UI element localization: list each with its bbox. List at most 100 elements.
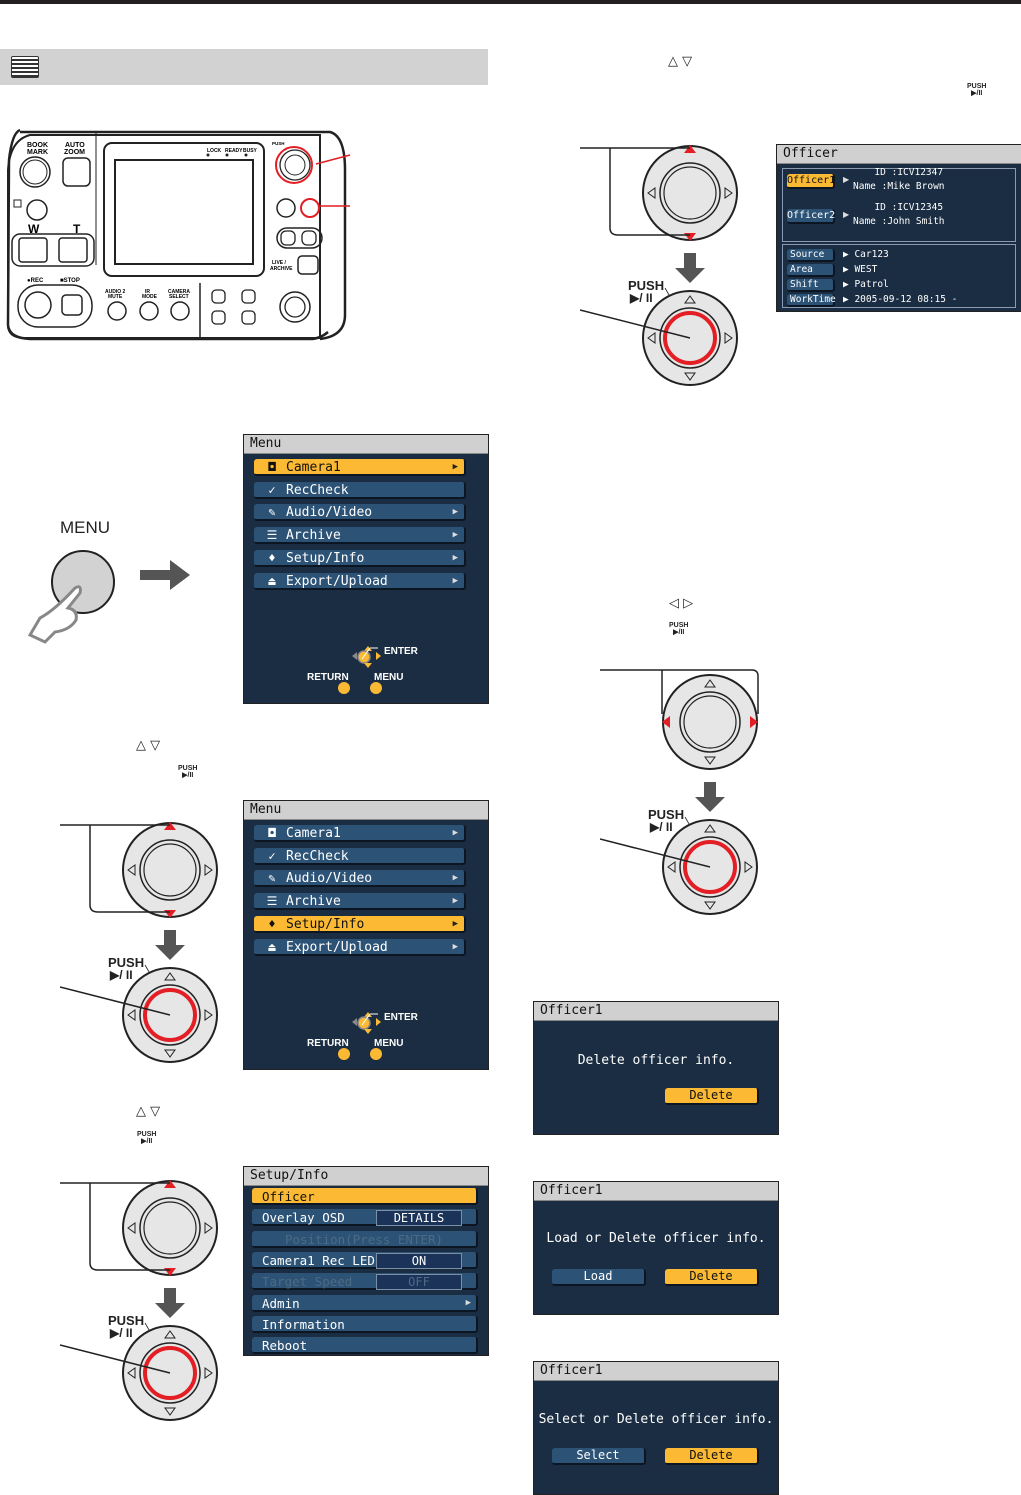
dialog-select-delete: Officer1 Select or Delete officer info. … — [533, 1361, 779, 1495]
menu-item-setup-info[interactable]: ♦ Setup/Info ▶ — [254, 549, 466, 567]
joystick-center — [683, 695, 737, 749]
setup-item-camera1-rec-led[interactable]: Camera1 Rec LED ON — [252, 1251, 478, 1269]
delete-button[interactable]: Delete — [665, 1088, 759, 1105]
menu-screen-2: Menu ◘ Camera1 ▶ ✓ RecCheck ✎ Audio/Video ▶ ☰ Arc… — [243, 800, 489, 1070]
svg-text:MUTE: MUTE — [108, 294, 123, 300]
upload-icon: ⏏ — [268, 573, 276, 588]
reccheck-icon: ✓ — [268, 482, 276, 497]
push-key-3: PUSH ▶/II — [967, 83, 987, 97]
menu-item-label: Audio/Video — [286, 505, 373, 521]
chevron-right-icon: ▶ — [843, 175, 850, 184]
svg-text:ARCHIVE: ARCHIVE — [270, 266, 293, 272]
chevron-right-icon: ▶ — [452, 552, 458, 563]
menu-screen-icon — [11, 56, 39, 78]
field-label-area[interactable]: Area — [787, 264, 835, 277]
field-label-shift[interactable]: Shift — [787, 279, 835, 292]
button-legend — [338, 646, 382, 694]
setup-item-admin[interactable]: Admin ▶ — [252, 1294, 478, 1312]
menu-item-reccheck[interactable]: ✓ RecCheck — [254, 481, 466, 499]
setup-item-value: DETAILS — [376, 1210, 462, 1227]
setup-item-label: Position(Press ENTER) — [284, 1231, 444, 1247]
menu-item-camera1[interactable]: ◘ Camera1 ▶ — [254, 459, 466, 476]
menu-item-audio-video[interactable]: ✎ Audio/Video ▶ — [254, 870, 466, 888]
field-label-worktime[interactable]: WorkTime — [787, 294, 836, 307]
menu-item-label: Setup/Info — [286, 916, 365, 932]
svg-text:MARK: MARK — [27, 149, 48, 156]
button-legend — [338, 1012, 382, 1060]
setup-item-information[interactable]: Information — [252, 1315, 478, 1333]
auto-zoom-label: AUTO — [65, 142, 85, 149]
load-button[interactable]: Load — [552, 1269, 646, 1286]
chevron-right-icon: ▶ — [452, 873, 458, 884]
chevron-right-icon: ▶ — [452, 828, 458, 838]
osd-title: Menu — [244, 801, 488, 820]
osd-title: Setup/Info — [244, 1167, 488, 1186]
updown-keys-2: △ ▽ — [136, 1104, 161, 1119]
menu-item-archive[interactable]: ☰ Archive ▶ — [254, 527, 466, 545]
play-pause-label: ▶/ II — [649, 820, 673, 834]
menu-item-camera1[interactable]: ◘ Camera1 ▶ — [254, 825, 466, 842]
dialog-title: Officer1 — [534, 1182, 778, 1201]
setup-item-officer[interactable]: Officer — [252, 1188, 478, 1205]
chevron-right-icon: ▶ — [843, 210, 850, 219]
setup-item-overlay-osd[interactable]: Overlay OSD DETAILS — [252, 1209, 478, 1227]
upload-icon: ⏏ — [268, 939, 276, 954]
setup-item-label: Reboot — [262, 1338, 308, 1354]
right-arrow-icon — [140, 560, 190, 590]
menu-item-label: Archive — [286, 894, 341, 910]
chevron-right-icon: ▶ — [452, 530, 458, 541]
setup-item-value: ON — [376, 1252, 462, 1269]
select-button[interactable]: Select — [552, 1448, 646, 1465]
setup-item-label: Information — [262, 1316, 345, 1332]
menu-item-reccheck[interactable]: ✓ RecCheck — [254, 847, 466, 865]
menu-item-archive[interactable]: ☰ Archive ▶ — [254, 893, 466, 911]
menu-button-illustration[interactable] — [0, 530, 200, 650]
chevron-right-icon: ▶ — [452, 575, 458, 586]
joystick-diagram-2: PUSH▶/ II — [60, 1180, 218, 1421]
officer-id: ID :ICV12347 — [863, 167, 944, 178]
setup-item-value: OFF — [376, 1274, 462, 1291]
play-pause-label: ▶/ II — [109, 968, 133, 982]
field-value: ▶ Car123 — [843, 249, 889, 260]
down-arrow-big-icon — [675, 253, 705, 283]
menu-item-audio-video[interactable]: ✎ Audio/Video ▶ — [254, 504, 466, 522]
reccheck-icon: ✓ — [268, 848, 276, 863]
officer-button-1[interactable]: Officer1 — [787, 174, 835, 189]
menu-legend: MENU — [374, 1038, 404, 1049]
svg-text:SELECT: SELECT — [169, 294, 189, 300]
menu-item-label: RecCheck — [286, 482, 349, 498]
menu-item-export-upload[interactable]: ⏏ Export/Upload ▶ — [254, 572, 466, 590]
setup-item-target-speed: Target Speed OFF — [252, 1273, 478, 1291]
microphone-icon: ✎ — [268, 505, 276, 520]
bookmark-label: BOOK — [27, 142, 48, 149]
svg-text:ZOOM: ZOOM — [64, 149, 85, 156]
dialog-load-delete: Officer1 Load or Delete officer info. Lo… — [533, 1181, 779, 1315]
delete-button[interactable]: Delete — [665, 1269, 759, 1286]
field-label-source[interactable]: Source — [787, 249, 835, 262]
down-arrow-big-icon — [695, 782, 725, 812]
menu-item-setup-info[interactable]: ♦ Setup/Info ▶ — [254, 915, 466, 933]
officer-button-2[interactable]: Officer2 — [787, 209, 835, 224]
setup-item-label: Overlay OSD — [262, 1210, 345, 1226]
chevron-right-icon: ▶ — [452, 941, 458, 952]
joystick-diagram-1: PUSH▶/ II — [60, 822, 218, 1063]
return-legend: RETURN — [307, 1038, 349, 1049]
dialog-message: Select or Delete officer info. — [538, 1412, 774, 1427]
officer-name: Name :John Smith — [853, 216, 945, 227]
officer-screen: Officer Officer1 ▶ ID :ICV12347 Name :Mike… — [776, 144, 1021, 312]
joystick-diagram-3: PUSH▶/ II — [580, 145, 738, 386]
svg-text:MODE: MODE — [142, 294, 158, 300]
joystick-diagram-4: PUSH▶/ II — [600, 669, 759, 915]
menu-item-label: RecCheck — [286, 848, 349, 864]
setup-item-reboot[interactable]: Reboot — [252, 1337, 478, 1355]
menu-item-export-upload[interactable]: ⏏ Export/Upload ▶ — [254, 938, 466, 956]
setup-item-position-press-enter: Position(Press ENTER) — [252, 1230, 478, 1248]
chevron-right-icon: ▶ — [452, 896, 458, 907]
dialog-delete: Officer1 Delete officer info. Delete — [533, 1001, 779, 1135]
stop-label: ■STOP — [60, 278, 80, 284]
setup-item-label: Admin — [262, 1295, 300, 1311]
ready-label: READY — [225, 148, 243, 154]
microphone-icon: ✎ — [268, 871, 276, 886]
setup-icon: ♦ — [268, 550, 276, 565]
delete-button[interactable]: Delete — [665, 1448, 759, 1465]
